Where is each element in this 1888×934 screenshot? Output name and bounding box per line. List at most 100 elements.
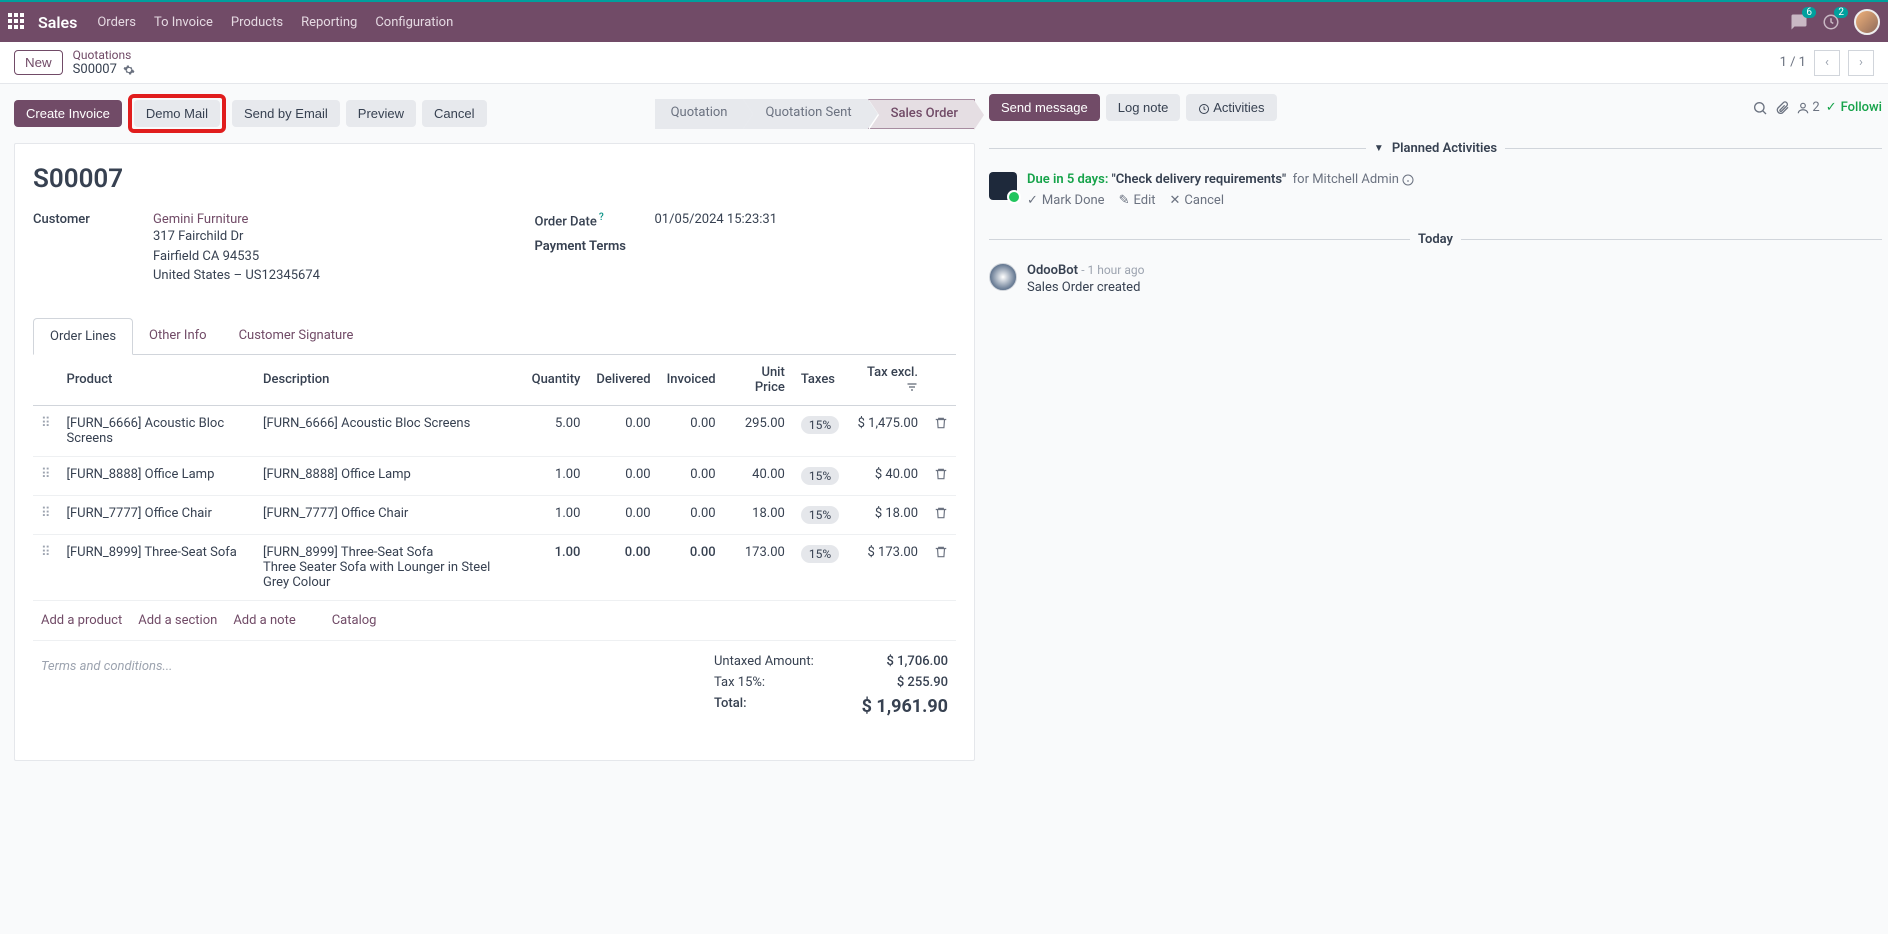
cell-product[interactable]: [FURN_6666] Acoustic Bloc Screens — [59, 405, 255, 456]
tab-customer-signature[interactable]: Customer Signature — [223, 318, 370, 354]
add-product-link[interactable]: Add a product — [41, 613, 122, 628]
user-avatar[interactable] — [1854, 9, 1880, 35]
followers-button[interactable]: 2 — [1796, 100, 1819, 115]
menu-reporting[interactable]: Reporting — [301, 15, 357, 30]
create-invoice-button[interactable]: Create Invoice — [14, 100, 122, 127]
delete-row-icon[interactable] — [934, 416, 948, 430]
cell-taxes[interactable]: 15% — [793, 456, 847, 495]
delete-row-icon[interactable] — [934, 506, 948, 520]
cell-quantity[interactable]: 5.00 — [524, 405, 589, 456]
cell-unit-price[interactable]: 173.00 — [724, 534, 793, 600]
stage-quotation-sent[interactable]: Quotation Sent — [743, 99, 867, 129]
table-row[interactable]: ⠿ [FURN_7777] Office Chair [FURN_7777] O… — [33, 495, 956, 534]
mark-done-button[interactable]: ✓ Mark Done — [1027, 193, 1105, 208]
catalog-link[interactable]: Catalog — [332, 613, 377, 628]
menu-products[interactable]: Products — [231, 15, 283, 30]
add-note-link[interactable]: Add a note — [233, 613, 295, 628]
cell-delivered[interactable]: 0.00 — [588, 534, 658, 600]
terms-input[interactable]: Terms and conditions... — [33, 641, 706, 740]
attachment-icon[interactable] — [1774, 100, 1790, 116]
activities-button[interactable]: Activities — [1186, 94, 1276, 121]
preview-button[interactable]: Preview — [346, 100, 416, 127]
cell-quantity[interactable]: 1.00 — [524, 534, 589, 600]
following-button[interactable]: ✓ Followi — [1826, 100, 1882, 115]
cancel-button[interactable]: Cancel — [422, 100, 486, 127]
planned-activities-header[interactable]: ▼Planned Activities — [989, 141, 1882, 156]
delete-row-icon[interactable] — [934, 467, 948, 481]
edit-activity-button[interactable]: ✎ Edit — [1119, 193, 1156, 208]
drag-handle-icon[interactable]: ⠿ — [41, 467, 51, 482]
cell-product[interactable]: [FURN_7777] Office Chair — [59, 495, 255, 534]
gear-icon[interactable] — [123, 64, 135, 76]
info-icon[interactable] — [1402, 174, 1414, 186]
col-unit-price[interactable]: Unit Price — [724, 355, 793, 406]
table-row[interactable]: ⠿ [FURN_8888] Office Lamp [FURN_8888] Of… — [33, 456, 956, 495]
cell-description[interactable]: [FURN_6666] Acoustic Bloc Screens — [255, 405, 524, 456]
cell-quantity[interactable]: 1.00 — [524, 495, 589, 534]
cell-description[interactable]: [FURN_7777] Office Chair — [255, 495, 524, 534]
cell-taxes[interactable]: 15% — [793, 495, 847, 534]
activity-user-avatar[interactable] — [989, 172, 1017, 200]
cell-invoiced[interactable]: 0.00 — [659, 405, 724, 456]
cancel-activity-button[interactable]: ✕ Cancel — [1170, 193, 1224, 208]
messages-count: 6 — [1802, 7, 1816, 18]
cell-description[interactable]: [FURN_8888] Office Lamp — [255, 456, 524, 495]
tab-order-lines[interactable]: Order Lines — [33, 318, 133, 355]
table-row[interactable]: ⠿ [FURN_6666] Acoustic Bloc Screens [FUR… — [33, 405, 956, 456]
cell-taxes[interactable]: 15% — [793, 534, 847, 600]
send-message-button[interactable]: Send message — [989, 94, 1100, 121]
drag-handle-icon[interactable]: ⠿ — [41, 416, 51, 431]
stage-quotation[interactable]: Quotation — [655, 99, 744, 129]
cell-unit-price[interactable]: 18.00 — [724, 495, 793, 534]
cell-unit-price[interactable]: 40.00 — [724, 456, 793, 495]
cell-taxes[interactable]: 15% — [793, 405, 847, 456]
apps-icon[interactable] — [8, 13, 26, 31]
cell-delivered[interactable]: 0.00 — [588, 495, 658, 534]
drag-handle-icon[interactable]: ⠿ — [41, 545, 51, 560]
new-button[interactable]: New — [14, 50, 63, 75]
breadcrumb-parent[interactable]: Quotations — [73, 48, 135, 62]
log-author[interactable]: OdooBot — [1027, 263, 1078, 278]
stage-sales-order[interactable]: Sales Order — [868, 99, 975, 129]
cell-product[interactable]: [FURN_8999] Three-Seat Sofa — [59, 534, 255, 600]
messages-icon[interactable]: 6 — [1790, 13, 1808, 31]
col-description[interactable]: Description — [255, 355, 524, 406]
col-taxes[interactable]: Taxes — [793, 355, 847, 406]
cell-quantity[interactable]: 1.00 — [524, 456, 589, 495]
cell-invoiced[interactable]: 0.00 — [659, 495, 724, 534]
tab-other-info[interactable]: Other Info — [133, 318, 223, 354]
drag-handle-icon[interactable]: ⠿ — [41, 506, 51, 521]
col-delivered[interactable]: Delivered — [588, 355, 658, 406]
customer-link[interactable]: Gemini Furniture — [153, 212, 320, 227]
order-date-value[interactable]: 01/05/2024 15:23:31 — [655, 212, 778, 229]
activities-clock-icon[interactable]: 2 — [1822, 13, 1840, 31]
col-tax-excl[interactable]: Tax excl. — [847, 355, 926, 406]
cell-description[interactable]: [FURN_8999] Three-Seat SofaThree Seater … — [255, 534, 524, 600]
table-row[interactable]: ⠿ [FURN_8999] Three-Seat Sofa [FURN_8999… — [33, 534, 956, 600]
delete-row-icon[interactable] — [934, 545, 948, 559]
breadcrumb-current: S00007 — [73, 62, 117, 77]
col-product[interactable]: Product — [59, 355, 255, 406]
pager-prev[interactable]: ‹ — [1814, 50, 1840, 76]
menu-orders[interactable]: Orders — [97, 15, 136, 30]
demo-mail-button[interactable]: Demo Mail — [134, 100, 220, 127]
brand-title[interactable]: Sales — [38, 13, 77, 32]
activity-for: for Mitchell Admin — [1293, 172, 1399, 187]
cell-unit-price[interactable]: 295.00 — [724, 405, 793, 456]
menu-to-invoice[interactable]: To Invoice — [154, 15, 213, 30]
pager-next[interactable]: › — [1848, 50, 1874, 76]
column-options-icon[interactable] — [906, 381, 918, 393]
col-quantity[interactable]: Quantity — [524, 355, 589, 406]
cell-invoiced[interactable]: 0.00 — [659, 456, 724, 495]
add-section-link[interactable]: Add a section — [138, 613, 217, 628]
col-invoiced[interactable]: Invoiced — [659, 355, 724, 406]
cell-product[interactable]: [FURN_8888] Office Lamp — [59, 456, 255, 495]
search-icon[interactable] — [1752, 100, 1768, 116]
total-label: Total: — [714, 696, 747, 717]
menu-configuration[interactable]: Configuration — [375, 15, 453, 30]
cell-invoiced[interactable]: 0.00 — [659, 534, 724, 600]
log-note-button[interactable]: Log note — [1106, 94, 1181, 121]
send-email-button[interactable]: Send by Email — [232, 100, 340, 127]
cell-delivered[interactable]: 0.00 — [588, 456, 658, 495]
cell-delivered[interactable]: 0.00 — [588, 405, 658, 456]
